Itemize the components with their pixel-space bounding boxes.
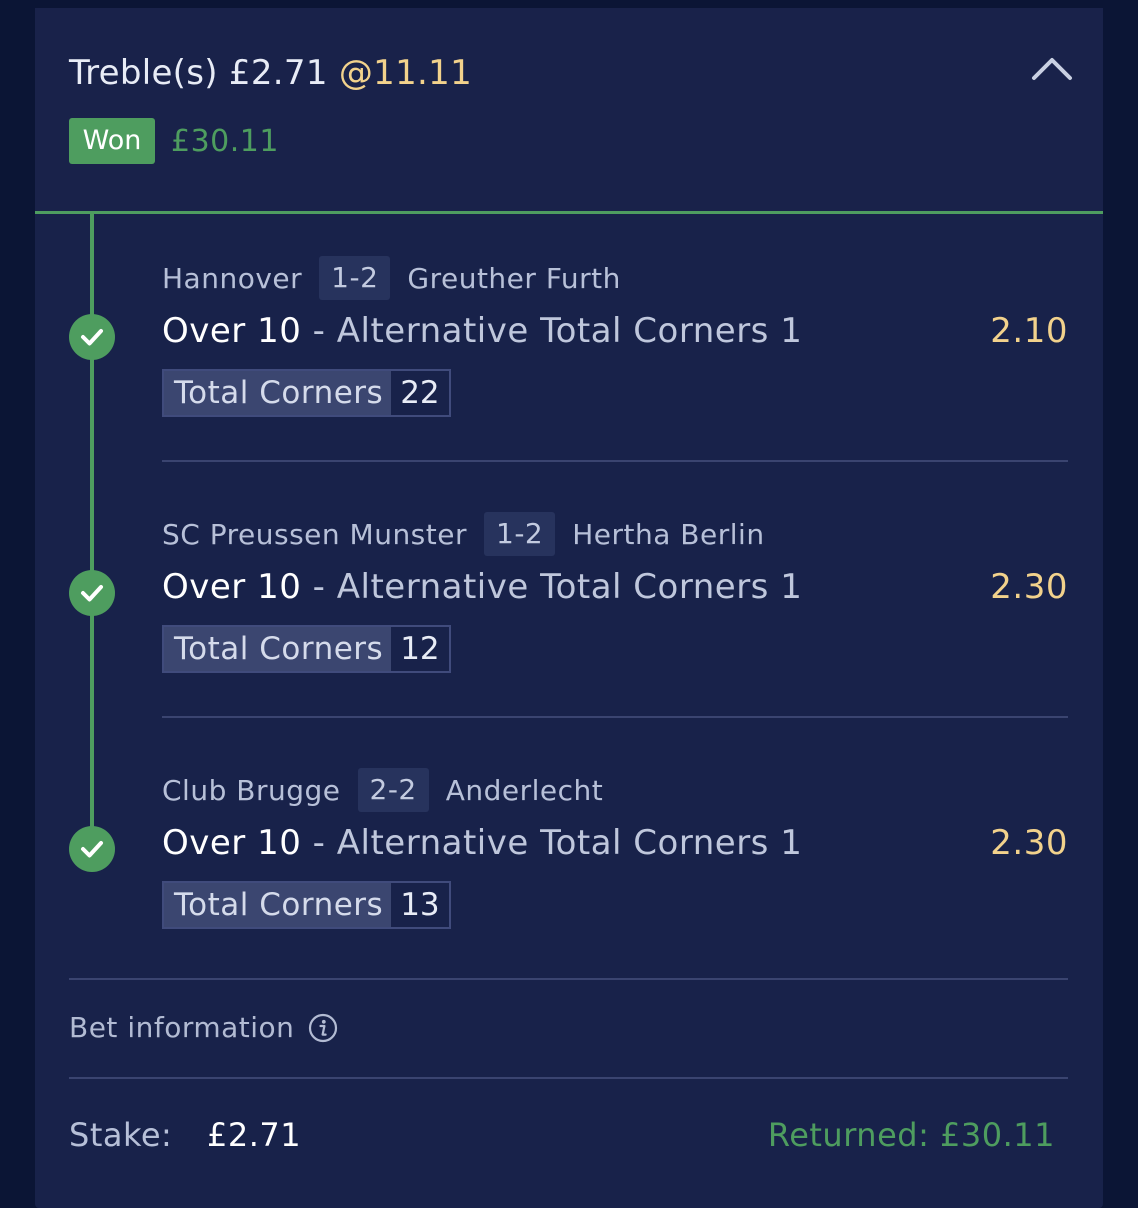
stat-box: Total Corners 12: [162, 625, 451, 673]
leg-odds: 2.30: [990, 823, 1068, 863]
selection-name: Over 10: [162, 567, 302, 607]
leg-selection: Over 10 - Alternative Total Corners 1: [162, 823, 802, 863]
section-divider: [69, 978, 1068, 980]
won-amount: £30.11: [171, 124, 279, 159]
status-badge: Won: [69, 118, 155, 164]
market-name: - Alternative Total Corners 1: [312, 311, 803, 351]
leg-divider: [162, 460, 1068, 462]
leg-matchup: Club Brugge 2-2 Anderlecht: [162, 768, 603, 812]
bet-information-label: Bet information: [69, 1011, 295, 1044]
leg-timeline: [90, 211, 94, 856]
leg-matchup: Hannover 1-2 Greuther Furth: [162, 256, 621, 300]
stat-label: Total Corners: [164, 371, 392, 415]
leg-matchup: SC Preussen Munster 1-2 Hertha Berlin: [162, 512, 765, 556]
stat-label: Total Corners: [164, 627, 392, 671]
returned-value: £30.11: [940, 1116, 1055, 1154]
bet-stake: £2.71: [228, 53, 328, 93]
stake-label: Stake:: [69, 1116, 173, 1154]
selection-name: Over 10: [162, 823, 302, 863]
bet-information-link[interactable]: Bet information: [69, 1011, 338, 1044]
bet-type: Treble(s): [69, 53, 218, 93]
bet-card: Treble(s) £2.71 @11.11 Won £30.11 Hannov…: [35, 8, 1103, 1208]
check-circle-icon: [69, 826, 115, 872]
match-score: 2-2: [357, 768, 429, 812]
stat-value: 13: [391, 883, 449, 927]
returned-amount: Returned: £30.11: [768, 1116, 1055, 1154]
home-team: Hannover: [162, 261, 303, 295]
leg-odds: 2.10: [990, 311, 1068, 351]
leg-odds: 2.30: [990, 567, 1068, 607]
market-name: - Alternative Total Corners 1: [312, 567, 803, 607]
stake-value: £2.71: [207, 1116, 302, 1154]
home-team: Club Brugge: [162, 773, 341, 807]
leg-selection: Over 10 - Alternative Total Corners 1: [162, 311, 802, 351]
stat-value: 12: [391, 627, 449, 671]
stat-value: 22: [391, 371, 449, 415]
info-icon: [309, 1013, 338, 1042]
away-team: Greuther Furth: [407, 261, 621, 295]
bet-odds: @11.11: [338, 53, 473, 93]
section-divider: [69, 1077, 1068, 1079]
match-score: 1-2: [484, 512, 556, 556]
bet-header[interactable]: Treble(s) £2.71 @11.11 Won £30.11: [35, 8, 1103, 214]
stat-label: Total Corners: [164, 883, 392, 927]
selection-name: Over 10: [162, 311, 302, 351]
away-team: Hertha Berlin: [572, 517, 765, 551]
leg-divider: [162, 716, 1068, 718]
away-team: Anderlecht: [445, 773, 604, 807]
stat-box: Total Corners 22: [162, 369, 451, 417]
chevron-up-icon: [1032, 58, 1072, 80]
home-team: SC Preussen Munster: [162, 517, 467, 551]
stat-box: Total Corners 13: [162, 881, 451, 929]
collapse-button[interactable]: [1027, 48, 1077, 88]
bet-title: Treble(s) £2.71 @11.11: [69, 53, 472, 93]
market-name: - Alternative Total Corners 1: [312, 823, 803, 863]
returned-label: Returned:: [767, 1116, 930, 1154]
check-circle-icon: [69, 314, 115, 360]
match-score: 1-2: [319, 256, 391, 300]
check-circle-icon: [69, 570, 115, 616]
leg-selection: Over 10 - Alternative Total Corners 1: [162, 567, 802, 607]
